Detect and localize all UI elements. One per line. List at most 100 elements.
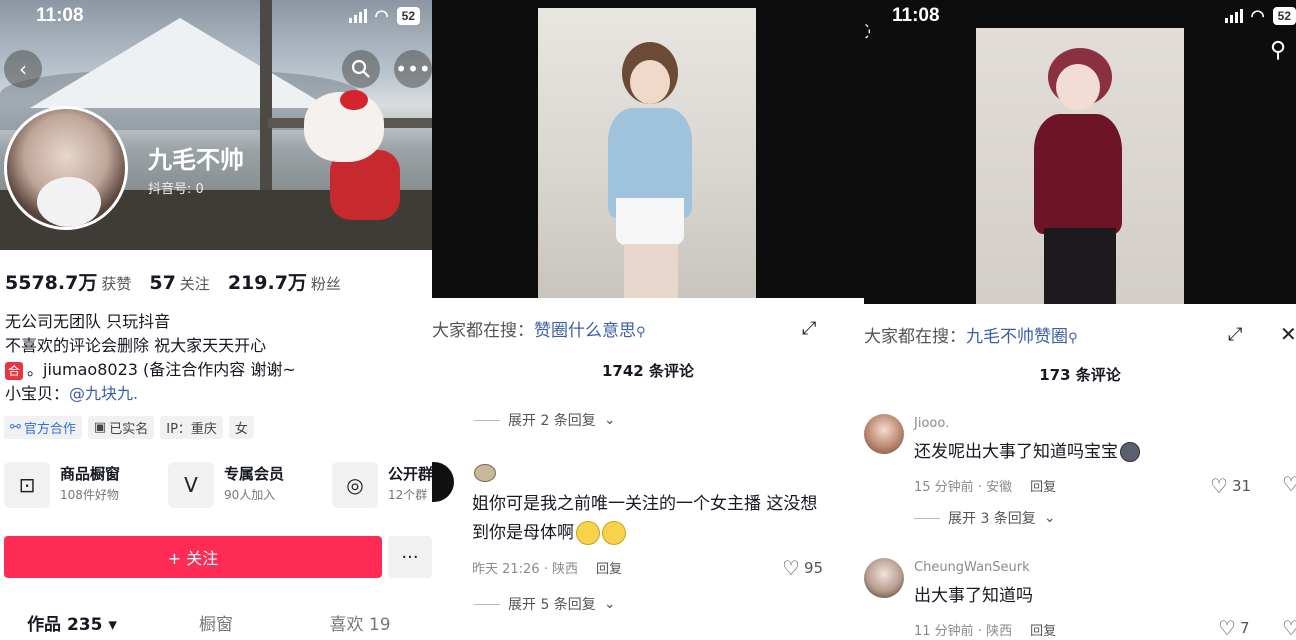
expand-replies-button[interactable]: 展开 5 条回复 ⌄: [474, 594, 616, 614]
trending-search-term[interactable]: 九毛不帅赞圈: [966, 327, 1068, 347]
video-comments-panel-1: 大家都在搜：赞圈什么意思⚲ ⤢ 1742 条评论 展开 2 条回复 ⌄ 姐你可是我…: [432, 0, 864, 640]
profile-douyin-id[interactable]: 抖音号: 0: [148, 178, 204, 197]
video-thumbnail: [976, 28, 1184, 304]
profile-stats: 5578.7万 获赞 57 关注 219.7万 粉丝: [5, 268, 341, 295]
wifi-icon: ◠: [374, 8, 389, 25]
video-player[interactable]: [864, 0, 1296, 304]
card-membership[interactable]: V 专属会员 90人加入: [168, 462, 324, 508]
follow-button[interactable]: + 关注: [4, 536, 382, 578]
heart-icon[interactable]: ♡: [1282, 472, 1296, 496]
search-button[interactable]: [342, 50, 380, 88]
comment-count: 1742 条评论: [602, 362, 694, 380]
wifi-icon: ◠: [1250, 8, 1265, 25]
trending-search-term[interactable]: 赞圈什么意思: [534, 321, 636, 341]
chevron-down-icon: ⌄: [603, 596, 616, 612]
profile-bio: 无公司无团队 只玩抖音 不喜欢的评论会删除 祝大家天天开心 合。jiumao80…: [5, 310, 296, 406]
collapse-icon[interactable]: ⤢: [1228, 324, 1242, 345]
tab-shop-window[interactable]: 橱窗: [144, 610, 288, 635]
comment-meta: 11 分钟前 · 陕西 回复: [914, 624, 1057, 639]
business-badge-icon: 合: [5, 362, 23, 380]
card-public-group[interactable]: ◎ 公开群 12个群: [332, 462, 432, 508]
commenter-avatar[interactable]: [864, 414, 904, 454]
more-dots-icon: •••: [395, 57, 431, 81]
comment-like-button[interactable]: ♡ 95: [782, 556, 823, 580]
commenter-avatar[interactable]: [864, 558, 904, 598]
video-player[interactable]: [432, 0, 864, 298]
bio-mention-link[interactable]: @九块九.: [69, 384, 138, 403]
status-time: 11:08: [36, 5, 84, 26]
battery-indicator: 52: [396, 7, 420, 25]
back-button[interactable]: ‹: [4, 50, 42, 88]
comment-text: 还发呢出大事了知道吗宝宝: [914, 438, 1140, 467]
stat-following[interactable]: 57 关注: [149, 272, 209, 294]
reply-button[interactable]: 回复: [596, 562, 622, 577]
trending-search-bar[interactable]: 大家都在搜：九毛不帅赞圈⚲: [864, 322, 1078, 347]
comment-text: 姐你可是我之前唯一关注的一个女主播 这没想 到你是母体啊: [472, 494, 818, 545]
chevron-down-icon: ⌄: [603, 412, 616, 428]
tag-gender: 女: [228, 416, 254, 439]
comment-count: 173 条评论: [1039, 366, 1121, 384]
group-chat-icon: ◎: [332, 462, 378, 508]
status-bar: 11:08 ◠ 52: [892, 0, 1296, 32]
heart-icon: ♡: [1218, 616, 1236, 640]
card-shop-window[interactable]: ⊡ 商品橱窗 108件好物: [4, 462, 160, 508]
commenter-badge-icon: [474, 464, 496, 482]
status-bar: 11:08 ◠ 52: [36, 0, 420, 32]
profile-nickname: 九毛不帅: [148, 146, 244, 174]
heart-icon[interactable]: ♡: [1282, 616, 1296, 640]
shopping-bag-icon: ⊡: [4, 462, 50, 508]
signal-icon: [348, 9, 367, 23]
search-icon[interactable]: ⚲: [1270, 38, 1286, 63]
comment-meta: 昨天 21:26 · 陕西 回复: [472, 562, 623, 577]
member-v-icon: V: [168, 462, 214, 508]
expand-replies-button[interactable]: 展开 3 条回复 ⌄: [914, 508, 1056, 528]
comment-text: 出大事了知道吗: [914, 586, 1033, 606]
tag-ip-location: IP：重庆: [160, 416, 223, 439]
bio-line: 合。jiumao8023 (备注合作内容 谢谢~: [5, 358, 296, 382]
bio-line: 不喜欢的评论会删除 祝大家天天开心: [5, 336, 267, 355]
stat-followers[interactable]: 219.7万 粉丝: [228, 268, 341, 295]
expand-replies-button[interactable]: 展开 2 条回复 ⌄: [474, 410, 616, 430]
profile-panel: 11:08 ◠ 52 ‹ ••• 九毛不帅 抖音号: 0 5578.7万 获赞 5…: [0, 0, 432, 640]
comment-meta: 15 分钟前 · 安徽 回复: [914, 480, 1057, 495]
search-icon: ⚲: [636, 325, 646, 340]
trending-search-bar[interactable]: 大家都在搜：赞圈什么意思⚲: [432, 316, 646, 341]
stat-likes[interactable]: 5578.7万 获赞: [5, 268, 131, 295]
collapse-icon[interactable]: ⤢: [802, 318, 816, 339]
commenter-name[interactable]: Jiooo.: [914, 416, 949, 431]
tag-verified[interactable]: ▣ 已实名: [87, 416, 155, 439]
heart-icon: ♡: [782, 556, 800, 580]
cooperation-icon: ⚯: [10, 420, 21, 435]
reply-button[interactable]: 回复: [1030, 624, 1056, 639]
video-comments-panel-2: 11:08 ◠ 52 ⚲ ◌ 大家都在搜：九毛不帅赞圈⚲ ⤢ ✕ 173 条评论…: [864, 0, 1296, 640]
follow-more-button[interactable]: ···: [388, 536, 432, 578]
signal-icon: [1224, 9, 1243, 23]
laughing-emoji-icon: [576, 521, 600, 545]
close-icon[interactable]: ✕: [1280, 322, 1296, 346]
loading-icon: ◌: [864, 18, 871, 43]
battery-indicator: 52: [1272, 7, 1296, 25]
search-icon: [351, 59, 370, 78]
video-thumbnail: [538, 8, 756, 298]
comment-like-button[interactable]: ♡ 31: [1210, 474, 1251, 498]
dark-moon-emoji-icon: [1120, 442, 1140, 462]
more-options-button[interactable]: •••: [394, 50, 432, 88]
id-card-icon: ▣: [93, 420, 107, 435]
heart-icon: ♡: [1210, 474, 1228, 498]
tab-works[interactable]: 作品 235 ▾: [0, 610, 144, 635]
comment-like-button[interactable]: ♡ 7: [1218, 616, 1249, 640]
commenter-avatar[interactable]: [432, 462, 454, 502]
tab-likes[interactable]: 喜欢 19: [288, 610, 432, 635]
search-icon: ⚲: [1068, 331, 1078, 346]
laughing-emoji-icon: [602, 521, 626, 545]
reply-button[interactable]: 回复: [1030, 480, 1056, 495]
status-time: 11:08: [892, 5, 940, 26]
chevron-left-icon: ‹: [19, 57, 27, 81]
chevron-down-icon: ⌄: [1043, 510, 1056, 526]
bio-line: 无公司无团队 只玩抖音: [5, 312, 171, 331]
profile-feature-cards: ⊡ 商品橱窗 108件好物 V 专属会员 90人加入 ◎ 公开群 12个群: [4, 462, 432, 508]
commenter-name[interactable]: CheungWanSeurk: [914, 560, 1030, 575]
profile-tags: ⚯ 官方合作 ▣ 已实名 IP：重庆 女: [4, 416, 254, 439]
profile-avatar[interactable]: [4, 106, 128, 230]
tag-official-cooperation[interactable]: ⚯ 官方合作: [4, 416, 82, 439]
